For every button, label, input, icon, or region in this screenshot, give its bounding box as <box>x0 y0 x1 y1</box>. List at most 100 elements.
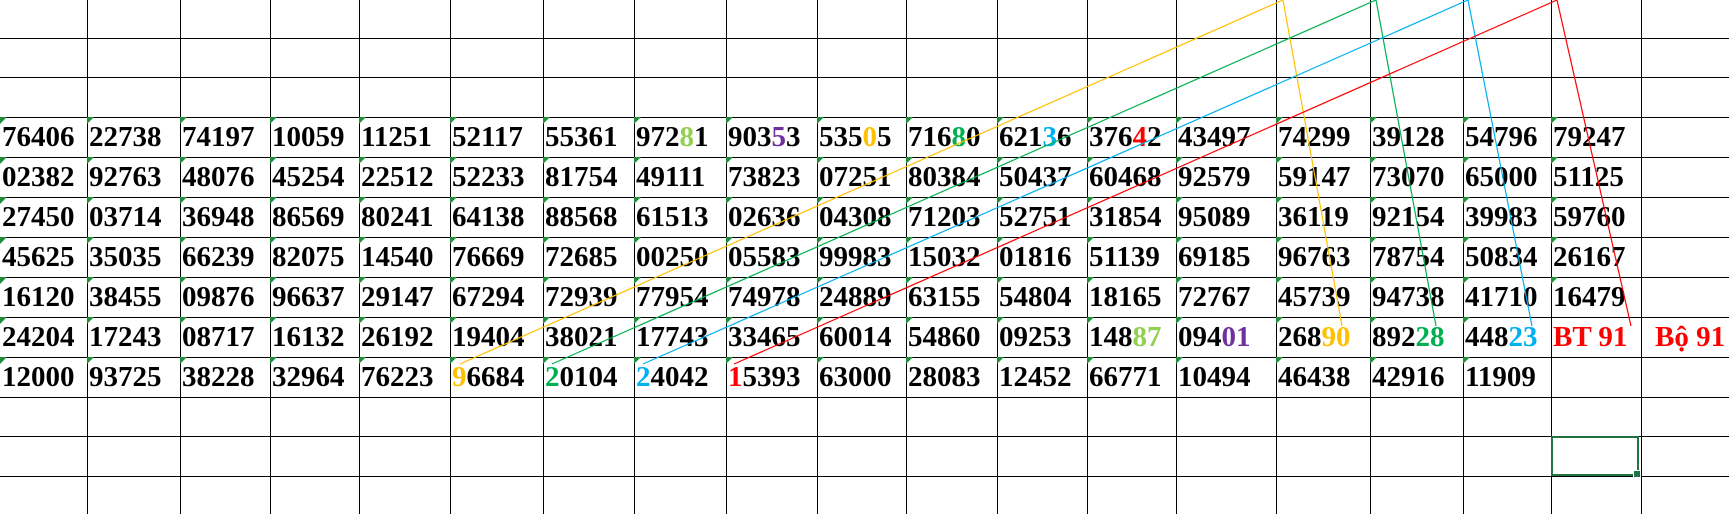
cell-r4-c15[interactable]: 94738 <box>1370 277 1463 317</box>
cell-r4-c14[interactable]: 45739 <box>1276 277 1370 317</box>
cell-r1-c11[interactable]: 50437 <box>997 157 1087 197</box>
cell-r2-c15[interactable]: 92154 <box>1370 197 1463 237</box>
cell-r6-c5[interactable]: 96684 <box>450 357 543 397</box>
cell-r3-c14[interactable]: 96763 <box>1276 237 1370 277</box>
cell-r5-c6[interactable]: 38021 <box>543 317 634 357</box>
cell-r2-c7[interactable]: 61513 <box>634 197 726 237</box>
cell-r3-c9[interactable]: 99983 <box>817 237 906 277</box>
cell-r4-c13[interactable]: 72767 <box>1176 277 1276 317</box>
cell-r5-c0[interactable]: 24204 <box>0 317 87 357</box>
cell-r2-c4[interactable]: 80241 <box>359 197 450 237</box>
cell-r1-c9[interactable]: 07251 <box>817 157 906 197</box>
cell-r1-c10[interactable]: 80384 <box>906 157 997 197</box>
cell-r0-c11[interactable]: 62136 <box>997 117 1087 157</box>
selected-cell[interactable] <box>1551 436 1641 478</box>
cell-r1-c4[interactable]: 22512 <box>359 157 450 197</box>
cell-r4-c3[interactable]: 96637 <box>270 277 359 317</box>
cell-r0-c8[interactable]: 90353 <box>726 117 817 157</box>
cell-r3-c17[interactable]: 26167 <box>1551 237 1641 277</box>
cell-r4-c5[interactable]: 67294 <box>450 277 543 317</box>
cell-r0-c10[interactable]: 71680 <box>906 117 997 157</box>
cell-r0-c0[interactable]: 76406 <box>0 117 87 157</box>
cell-r6-c1[interactable]: 93725 <box>87 357 180 397</box>
cell-r1-c3[interactable]: 45254 <box>270 157 359 197</box>
cell-r4-c11[interactable]: 54804 <box>997 277 1087 317</box>
cell-r5-c18[interactable]: Bộ 91 <box>1641 317 1729 357</box>
cell-r2-c3[interactable]: 86569 <box>270 197 359 237</box>
cell-r4-c8[interactable]: 74978 <box>726 277 817 317</box>
cell-r2-c17[interactable]: 59760 <box>1551 197 1641 237</box>
cell-r3-c4[interactable]: 14540 <box>359 237 450 277</box>
cell-r4-c12[interactable]: 18165 <box>1087 277 1176 317</box>
cell-r2-c0[interactable]: 27450 <box>0 197 87 237</box>
cell-r1-c15[interactable]: 73070 <box>1370 157 1463 197</box>
cell-r6-c3[interactable]: 32964 <box>270 357 359 397</box>
cell-r4-c17[interactable]: 16479 <box>1551 277 1641 317</box>
cell-r2-c14[interactable]: 36119 <box>1276 197 1370 237</box>
cell-r1-c17[interactable]: 51125 <box>1551 157 1641 197</box>
cell-r6-c16[interactable]: 11909 <box>1463 357 1551 397</box>
cell-r6-c6[interactable]: 20104 <box>543 357 634 397</box>
cell-r1-c1[interactable]: 92763 <box>87 157 180 197</box>
cell-r3-c3[interactable]: 82075 <box>270 237 359 277</box>
cell-r2-c10[interactable]: 71203 <box>906 197 997 237</box>
cell-r0-c3[interactable]: 10059 <box>270 117 359 157</box>
cell-r3-c7[interactable]: 00250 <box>634 237 726 277</box>
cell-r4-c9[interactable]: 24889 <box>817 277 906 317</box>
cell-r2-c8[interactable]: 02636 <box>726 197 817 237</box>
cell-r5-c14[interactable]: 26890 <box>1276 317 1370 357</box>
cell-r0-c4[interactable]: 11251 <box>359 117 450 157</box>
cell-r6-c14[interactable]: 46438 <box>1276 357 1370 397</box>
cell-r0-c12[interactable]: 37642 <box>1087 117 1176 157</box>
cell-r1-c16[interactable]: 65000 <box>1463 157 1551 197</box>
cell-r0-c9[interactable]: 53505 <box>817 117 906 157</box>
cell-r6-c11[interactable]: 12452 <box>997 357 1087 397</box>
cell-r3-c13[interactable]: 69185 <box>1176 237 1276 277</box>
cell-r6-c4[interactable]: 76223 <box>359 357 450 397</box>
cell-r4-c0[interactable]: 16120 <box>0 277 87 317</box>
cell-r3-c1[interactable]: 35035 <box>87 237 180 277</box>
cell-r6-c2[interactable]: 38228 <box>180 357 270 397</box>
cell-r5-c15[interactable]: 89228 <box>1370 317 1463 357</box>
cell-r1-c12[interactable]: 60468 <box>1087 157 1176 197</box>
cell-r5-c13[interactable]: 09401 <box>1176 317 1276 357</box>
cell-r0-c17[interactable]: 79247 <box>1551 117 1641 157</box>
cell-r4-c10[interactable]: 63155 <box>906 277 997 317</box>
cell-r6-c8[interactable]: 15393 <box>726 357 817 397</box>
cell-r5-c7[interactable]: 17743 <box>634 317 726 357</box>
cell-r3-c15[interactable]: 78754 <box>1370 237 1463 277</box>
cell-r3-c8[interactable]: 05583 <box>726 237 817 277</box>
cell-r2-c1[interactable]: 03714 <box>87 197 180 237</box>
cell-r1-c2[interactable]: 48076 <box>180 157 270 197</box>
cell-r1-c7[interactable]: 49111 <box>634 157 726 197</box>
cell-r0-c6[interactable]: 55361 <box>543 117 634 157</box>
cell-r5-c17[interactable]: BT 91 <box>1551 317 1641 357</box>
cell-r5-c5[interactable]: 19404 <box>450 317 543 357</box>
fill-handle[interactable] <box>1633 470 1641 478</box>
cell-r3-c16[interactable]: 50834 <box>1463 237 1551 277</box>
cell-r2-c5[interactable]: 64138 <box>450 197 543 237</box>
cell-r2-c6[interactable]: 88568 <box>543 197 634 237</box>
cell-r3-c6[interactable]: 72685 <box>543 237 634 277</box>
cell-r6-c12[interactable]: 66771 <box>1087 357 1176 397</box>
cell-r6-c9[interactable]: 63000 <box>817 357 906 397</box>
cell-r0-c14[interactable]: 74299 <box>1276 117 1370 157</box>
cell-r4-c4[interactable]: 29147 <box>359 277 450 317</box>
cell-r6-c7[interactable]: 24042 <box>634 357 726 397</box>
cell-r5-c10[interactable]: 54860 <box>906 317 997 357</box>
cell-r1-c13[interactable]: 92579 <box>1176 157 1276 197</box>
cell-r6-c13[interactable]: 10494 <box>1176 357 1276 397</box>
cell-r2-c16[interactable]: 39983 <box>1463 197 1551 237</box>
cell-r5-c3[interactable]: 16132 <box>270 317 359 357</box>
cell-r5-c1[interactable]: 17243 <box>87 317 180 357</box>
cell-r0-c16[interactable]: 54796 <box>1463 117 1551 157</box>
cell-r6-c0[interactable]: 12000 <box>0 357 87 397</box>
cell-r2-c13[interactable]: 95089 <box>1176 197 1276 237</box>
cell-r2-c9[interactable]: 04308 <box>817 197 906 237</box>
cell-r5-c2[interactable]: 08717 <box>180 317 270 357</box>
cell-r1-c5[interactable]: 52233 <box>450 157 543 197</box>
cell-r5-c8[interactable]: 33465 <box>726 317 817 357</box>
cell-r4-c7[interactable]: 77954 <box>634 277 726 317</box>
cell-r1-c6[interactable]: 81754 <box>543 157 634 197</box>
spreadsheet-grid[interactable]: 76406 22738 74197 10059 11251 52117 55361 97281… <box>0 0 1729 514</box>
